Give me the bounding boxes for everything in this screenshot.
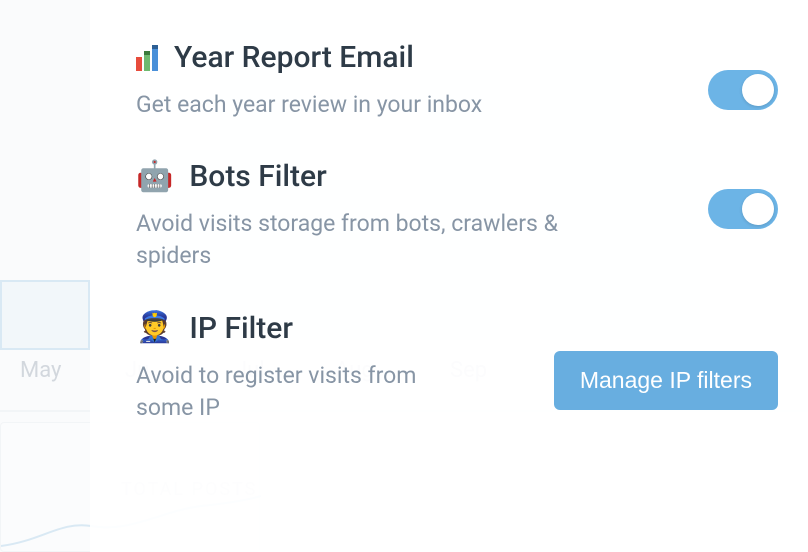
setting-title: Year Report Email	[174, 40, 414, 75]
bg-selection-box	[0, 280, 90, 350]
bar-chart-icon	[136, 45, 158, 71]
bots-filter-toggle[interactable]	[708, 189, 778, 229]
setting-desc: Avoid visits storage from bots, crawlers…	[136, 208, 596, 272]
robot-icon: 🤖	[136, 162, 173, 192]
setting-year-report: Year Report Email Get each year review i…	[136, 40, 778, 159]
setting-title: IP Filter	[189, 311, 293, 346]
year-report-toggle[interactable]	[708, 70, 778, 110]
setting-desc: Avoid to register visits from some IP	[136, 360, 436, 424]
setting-bots-filter: 🤖 Bots Filter Avoid visits storage from …	[136, 159, 778, 310]
month-label: May	[20, 358, 61, 383]
setting-ip-filter: 👮 IP Filter Avoid to register visits fro…	[136, 311, 778, 462]
setting-title: Bots Filter	[189, 159, 326, 194]
manage-ip-filters-button[interactable]: Manage IP filters	[554, 351, 778, 410]
settings-panel: Year Report Email Get each year review i…	[90, 0, 808, 552]
police-icon: 👮	[136, 313, 173, 343]
setting-desc: Get each year review in your inbox	[136, 89, 596, 121]
